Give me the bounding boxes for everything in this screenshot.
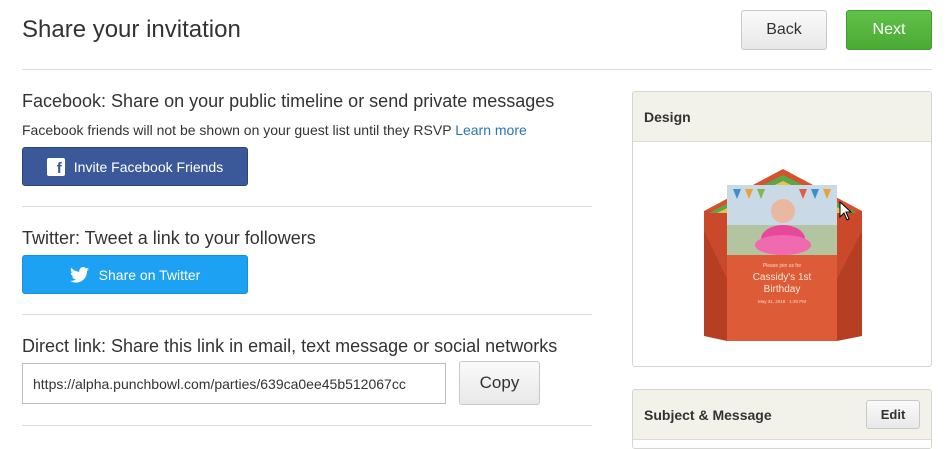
facebook-icon: f bbox=[46, 157, 65, 176]
section-divider bbox=[22, 206, 592, 207]
share-on-twitter-button[interactable]: Share on Twitter bbox=[22, 255, 248, 294]
page-title: Share your invitation bbox=[22, 16, 241, 43]
back-button[interactable]: Back bbox=[741, 10, 827, 50]
invite-facebook-friends-button[interactable]: f Invite Facebook Friends bbox=[22, 147, 248, 186]
card-line-1: Please join us for bbox=[763, 263, 802, 269]
share-on-twitter-label: Share on Twitter bbox=[98, 266, 201, 283]
subject-message-title: Subject & Message bbox=[644, 406, 772, 423]
edit-button[interactable]: Edit bbox=[866, 400, 920, 429]
card-line-4: May 31, 2018 · 1:30 PM bbox=[758, 299, 806, 304]
invite-facebook-friends-label: Invite Facebook Friends bbox=[73, 158, 224, 175]
direct-link-input[interactable] bbox=[22, 363, 446, 404]
section-divider bbox=[22, 314, 592, 315]
twitter-heading: Twitter: Tweet a link to your followers bbox=[22, 228, 316, 248]
learn-more-link[interactable]: Learn more bbox=[455, 122, 527, 138]
next-button[interactable]: Next bbox=[846, 10, 932, 50]
design-panel-header: Design bbox=[633, 92, 931, 142]
subject-message-header: Subject & Message Edit bbox=[633, 390, 931, 440]
card-line-2: Cassidy's 1st bbox=[753, 272, 812, 283]
design-panel-title: Design bbox=[644, 108, 691, 125]
copy-button[interactable]: Copy bbox=[459, 361, 540, 405]
direct-link-heading: Direct link: Share this link in email, t… bbox=[22, 336, 558, 356]
subject-message-panel: Subject & Message Edit bbox=[632, 389, 932, 449]
design-panel: Design Please join us for Cassidy's 1st … bbox=[632, 91, 932, 367]
section-divider bbox=[22, 425, 592, 426]
header-divider bbox=[22, 69, 932, 70]
facebook-note: Facebook friends will not be shown on yo… bbox=[22, 122, 527, 138]
mouse-cursor-icon bbox=[839, 200, 853, 226]
card-line-3: Birthday bbox=[764, 284, 801, 295]
facebook-heading: Facebook: Share on your public timeline … bbox=[22, 91, 555, 111]
invitation-preview[interactable]: Please join us for Cassidy's 1st Birthda… bbox=[703, 169, 863, 341]
twitter-icon bbox=[69, 266, 89, 283]
facebook-note-text: Facebook friends will not be shown on yo… bbox=[22, 122, 452, 138]
